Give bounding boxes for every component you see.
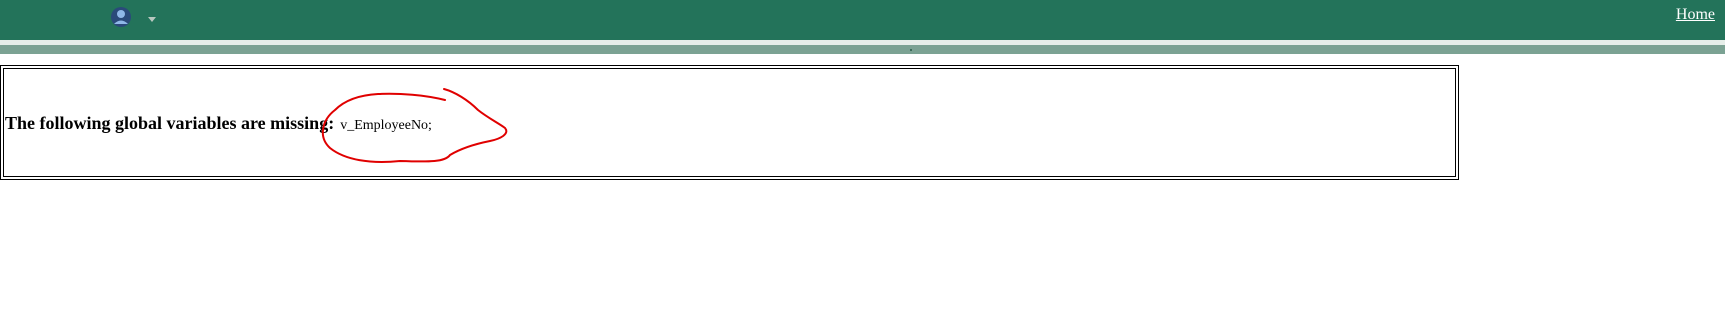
error-message: The following global variables are missi… bbox=[5, 113, 432, 134]
header-band bbox=[0, 45, 1725, 54]
missing-variable-name: v_EmployeeNo; bbox=[340, 118, 432, 133]
top-navigation-bar: Home bbox=[0, 0, 1725, 40]
error-message-box: The following global variables are missi… bbox=[0, 65, 1459, 180]
chevron-down-icon[interactable] bbox=[146, 13, 158, 25]
user-avatar-icon[interactable] bbox=[110, 6, 132, 28]
band-marker bbox=[910, 49, 912, 51]
error-message-frame: The following global variables are missi… bbox=[3, 68, 1456, 177]
home-link[interactable]: Home bbox=[1676, 6, 1715, 24]
error-message-label: The following global variables are missi… bbox=[5, 113, 335, 133]
